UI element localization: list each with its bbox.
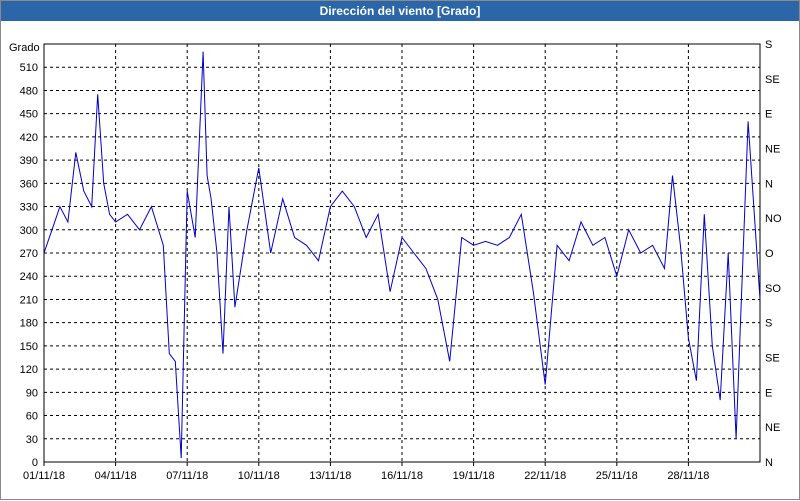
x-tick-label: 07/11/18 bbox=[166, 470, 208, 482]
y-tick-label: 240 bbox=[20, 271, 38, 283]
wind-direction-chart: 0 30 60 90 120 150 180 210 240 270 300 330 360 390 420… bbox=[9, 39, 782, 482]
y-tick-label: 30 bbox=[26, 434, 38, 446]
y-tick-label: 180 bbox=[20, 318, 38, 330]
x-tick-label: 13/11/18 bbox=[309, 470, 351, 482]
y-tick-label: 210 bbox=[20, 294, 38, 306]
y2-tick-label: NE bbox=[765, 422, 780, 434]
y2-tick-label: E bbox=[765, 387, 772, 399]
y2-tick-label: S bbox=[765, 318, 772, 330]
y-tick-label: 120 bbox=[20, 364, 38, 376]
y-axis-label: Grado bbox=[9, 42, 40, 54]
x-tick-label: 25/11/18 bbox=[596, 470, 638, 482]
y-tick-label: 420 bbox=[20, 132, 38, 144]
y-tick-label: 480 bbox=[20, 85, 38, 97]
y2-tick-label: N bbox=[765, 178, 773, 190]
y-tick-label: 270 bbox=[20, 248, 38, 260]
y-tick-label: 90 bbox=[26, 387, 38, 399]
y-tick-label: 510 bbox=[20, 62, 38, 74]
y-tick-label: 390 bbox=[20, 155, 38, 167]
y-tick-label: 300 bbox=[20, 225, 38, 237]
y-tick-label: 450 bbox=[20, 109, 38, 121]
y-tick-label: 60 bbox=[26, 411, 38, 423]
x-tick-label: 04/11/18 bbox=[95, 470, 137, 482]
y-tick-label: 360 bbox=[20, 178, 38, 190]
y-tick-label: 150 bbox=[20, 341, 38, 353]
x-tick-label: 28/11/18 bbox=[667, 470, 709, 482]
chart-window: Dirección del viento [Grado] 0 30 60 90 120 1… bbox=[0, 0, 800, 500]
x-tick-label: 01/11/18 bbox=[23, 470, 65, 482]
x-tick-label: 22/11/18 bbox=[524, 470, 566, 482]
y2-tick-label: N bbox=[765, 457, 773, 469]
y-tick-label: 330 bbox=[20, 202, 38, 214]
y2-tick-label: O bbox=[765, 248, 774, 260]
y2-tick-label: S bbox=[765, 39, 772, 51]
x-tick-label: 10/11/18 bbox=[238, 470, 280, 482]
y2-tick-label: NO bbox=[765, 213, 782, 225]
x-tick-label: 19/11/18 bbox=[453, 470, 495, 482]
y2-tick-label: E bbox=[765, 109, 772, 121]
y2-tick-label: SE bbox=[765, 74, 780, 86]
y-tick-label: 0 bbox=[32, 457, 38, 469]
y2-tick-label: SE bbox=[765, 353, 780, 365]
x-tick-label: 16/11/18 bbox=[381, 470, 423, 482]
y2-tick-label: NE bbox=[765, 144, 780, 156]
y2-tick-label: SO bbox=[765, 283, 781, 295]
